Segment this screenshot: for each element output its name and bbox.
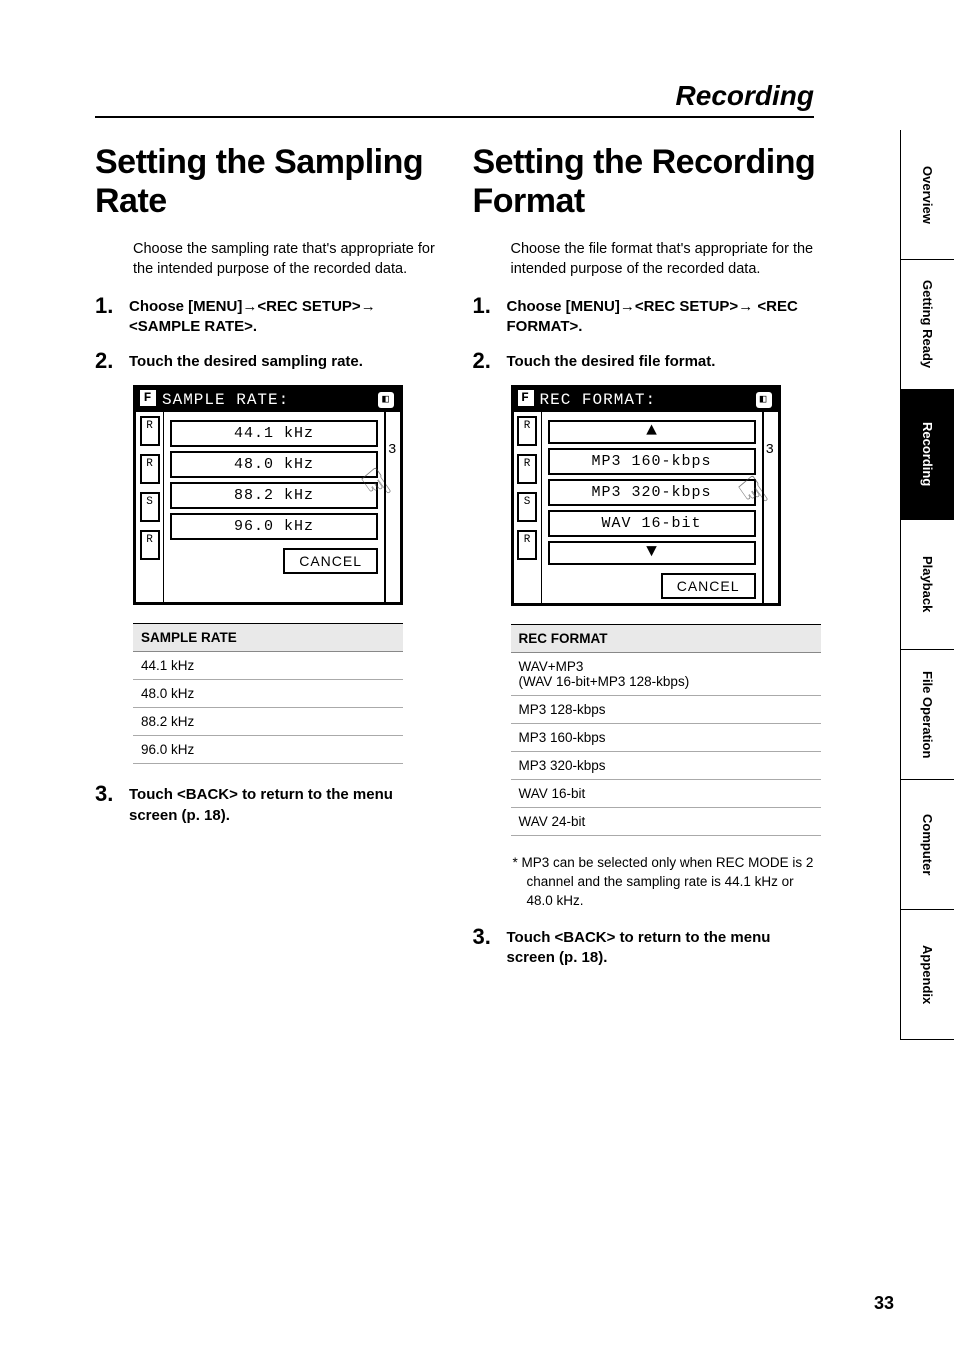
lcd-title-bar: F REC FORMAT: ◧ [514,388,778,412]
lcd-left-strip: R R S R [514,412,542,603]
lcd-scroll-down[interactable] [548,541,756,565]
lcd-option[interactable]: MP3 160-kbps [548,448,756,475]
heading-sampling-rate: Setting the Sampling Rate [95,143,443,221]
lcd-corner-icon: F [140,390,156,406]
table-row: 44.1 kHz [133,652,403,680]
col-rec-format: Setting the Recording Format Choose the … [473,143,895,977]
step-text: Choose [MENU]→<REC SETUP>→ <SAMPLE RATE>… [129,294,443,338]
lcd-option[interactable]: MP3 320-kbps [548,479,756,506]
lcd-corner-icon: F [518,390,534,406]
tab-recording[interactable]: Recording [901,390,954,520]
step-text-part: <REC SETUP> [635,298,738,315]
step-number: 2. [95,349,129,373]
table-header: REC FORMAT [511,625,821,653]
step-text-part: Choose [MENU] [129,298,242,315]
table-row: WAV+MP3 (WAV 16-bit+MP3 128-kbps) [511,653,821,696]
lcd-side-icon: S [140,492,160,522]
lcd-scrollbar[interactable]: 3 [384,412,400,602]
arrow-icon: → [620,297,635,317]
step-number: 3. [473,925,507,949]
step-1-left: 1. Choose [MENU]→<REC SETUP>→ <SAMPLE RA… [95,294,443,338]
table-header: SAMPLE RATE [133,624,403,652]
page-number: 33 [874,1293,894,1314]
tab-getting-ready[interactable]: Getting Ready [901,260,954,390]
step-number: 3. [95,782,129,806]
table-row: MP3 320-kbps [511,752,821,780]
lcd-top-right-icon: ◧ [378,392,394,408]
table-sample-rate: SAMPLE RATE 44.1 kHz 48.0 kHz 88.2 kHz 9… [133,623,403,764]
table-row: 48.0 kHz [133,680,403,708]
lcd-cancel-button[interactable]: CANCEL [283,548,378,574]
lcd-option[interactable]: 48.0 kHz [170,451,378,478]
lcd-rec-format: F REC FORMAT: ◧ R R S R MP3 160-kbps MP3… [511,385,781,606]
step-text: Choose [MENU]→<REC SETUP>→ <REC FORMAT>. [507,294,821,338]
step-text: Touch the desired file format. [507,349,716,372]
lcd-left-strip: R R S R [136,412,164,602]
step-3-right: 3. Touch <BACK> to return to the menu sc… [473,925,821,969]
step-3-left: 3. Touch <BACK> to return to the menu sc… [95,782,443,826]
tab-computer[interactable]: Computer [901,780,954,910]
lcd-scroll-up[interactable] [548,420,756,444]
lcd-cancel-button[interactable]: CANCEL [661,573,756,599]
lcd-scrollbar[interactable]: 3 [762,412,778,603]
tab-playback[interactable]: Playback [901,520,954,650]
arrow-icon: → [242,297,257,317]
step-text: Touch <BACK> to return to the menu scree… [507,925,821,969]
lcd-side-icon: R [517,454,537,484]
step-2-left: 2. Touch the desired sampling rate. [95,349,443,373]
table-row: 88.2 kHz [133,708,403,736]
table-row: MP3 128-kbps [511,696,821,724]
step-text-part: <SAMPLE RATE>. [129,318,257,335]
step-text-part: <REC SETUP> [257,298,360,315]
lcd-scroll-num: 3 [388,442,396,458]
step-text: Touch the desired sampling rate. [129,349,363,372]
heading-rec-format: Setting the Recording Format [473,143,821,221]
step-2-right: 2. Touch the desired file format. [473,349,821,373]
table-row: MP3 160-kbps [511,724,821,752]
cell-text: WAV+MP3 [519,659,584,674]
intro-sampling-rate: Choose the sampling rate that's appropri… [133,239,443,280]
table-rec-format: REC FORMAT WAV+MP3 (WAV 16-bit+MP3 128-k… [511,624,821,836]
lcd-side-icon: R [517,416,537,446]
lcd-side-icon: R [140,454,160,484]
tab-appendix[interactable]: Appendix [901,910,954,1040]
lcd-option[interactable]: 88.2 kHz [170,482,378,509]
lcd-title-bar: F SAMPLE RATE: ◧ [136,388,400,412]
lcd-option[interactable]: WAV 16-bit [548,510,756,537]
tab-overview[interactable]: Overview [901,130,954,260]
table-row: WAV 16-bit [511,780,821,808]
lcd-side-icon: R [517,530,537,560]
lcd-scroll-num: 3 [766,442,774,458]
step-1-right: 1. Choose [MENU]→<REC SETUP>→ <REC FORMA… [473,294,821,338]
table-row: WAV 24-bit [511,808,821,836]
lcd-title-text: SAMPLE RATE: [162,391,289,409]
step-number: 2. [473,349,507,373]
cell-text: (WAV 16-bit+MP3 128-kbps) [519,674,690,689]
step-text: Touch <BACK> to return to the menu scree… [129,782,443,826]
step-number: 1. [95,294,129,318]
lcd-top-right-icon: ◧ [756,392,772,408]
lcd-option[interactable]: 96.0 kHz [170,513,378,540]
table-row: 96.0 kHz [133,736,403,764]
lcd-side-icon: R [140,530,160,560]
lcd-option[interactable]: 44.1 kHz [170,420,378,447]
side-tab-strip: Overview Getting Ready Recording Playbac… [900,130,954,1040]
intro-rec-format: Choose the file format that's appropriat… [511,239,821,280]
col-sampling-rate: Setting the Sampling Rate Choose the sam… [95,143,443,977]
arrow-icon: → [738,297,753,317]
arrow-icon: → [361,297,376,317]
step-text-part: Choose [MENU] [507,298,620,315]
section-title: Recording [676,80,814,112]
lcd-sample-rate: F SAMPLE RATE: ◧ R R S R 44.1 kHz 48.0 k… [133,385,403,605]
step-number: 1. [473,294,507,318]
footnote-mp3: * MP3 can be selected only when REC MODE… [527,854,821,911]
lcd-title-text: REC FORMAT: [540,391,657,409]
lcd-side-icon: S [517,492,537,522]
tab-file-operation[interactable]: File Operation [901,650,954,780]
lcd-side-icon: R [140,416,160,446]
